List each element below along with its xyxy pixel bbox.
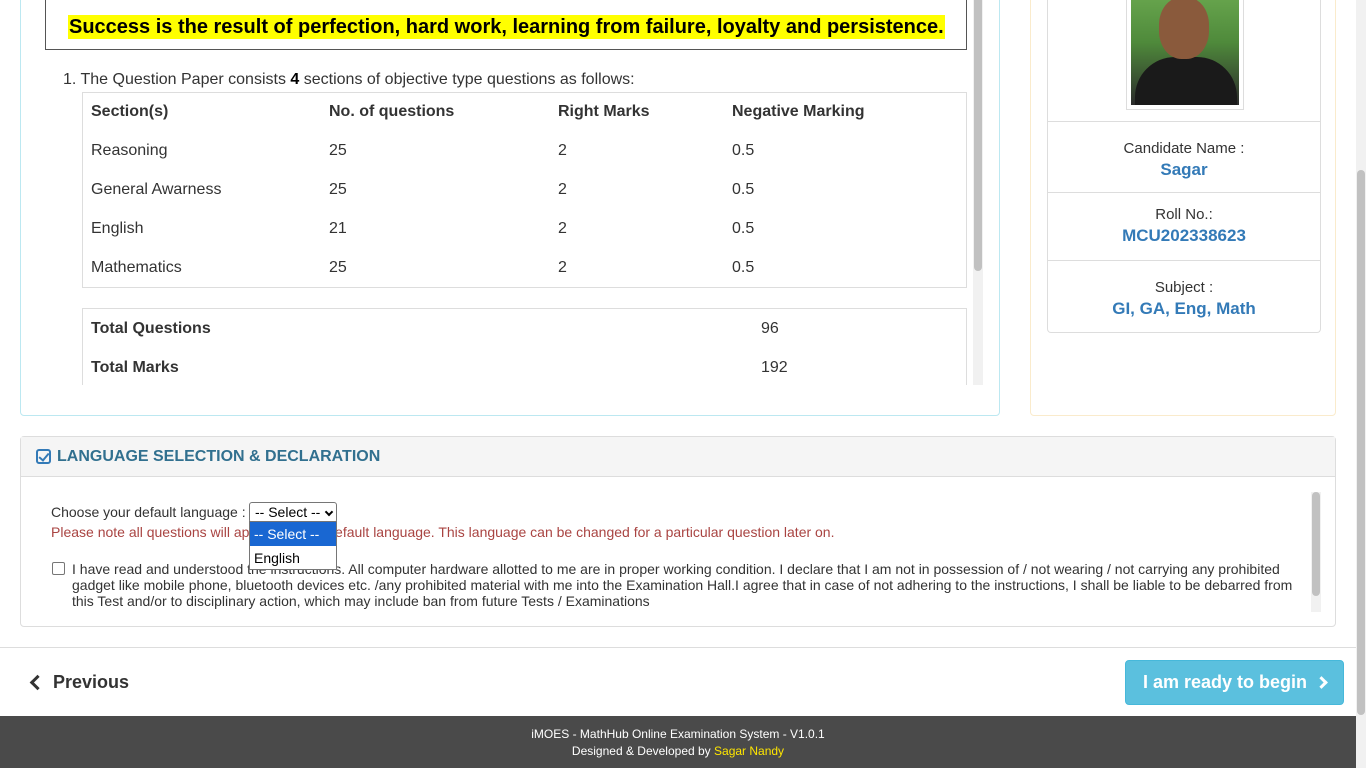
motivational-quote: Success is the result of perfection, har… (68, 15, 945, 39)
total-marks-value: 192 (761, 358, 788, 376)
candidate-name-row: Candidate Name : Sagar (1048, 122, 1320, 193)
section-questions: 25 (329, 258, 347, 276)
candidate-name-value: Sagar (1160, 160, 1208, 179)
candidate-panel: Candidate Name : Sagar Roll No.: MCU2023… (1030, 0, 1336, 416)
instructions-scroll-area[interactable]: Success is the result of perfection, har… (21, 0, 987, 385)
totals-table: Total Questions 96 Total Marks 192 (82, 308, 967, 385)
section-right-marks: 2 (558, 141, 567, 159)
language-panel-scrollbar-thumb[interactable] (1312, 492, 1320, 596)
table-row: General Awarness 25 2 0.5 (83, 170, 966, 209)
footer-version: iMOES - MathHub Online Examination Syste… (531, 727, 825, 741)
section-negative-marking: 0.5 (732, 219, 755, 237)
photo-head-shape (1159, 0, 1209, 59)
table-row: Total Questions 96 (83, 309, 966, 348)
instructions-scrollbar-thumb[interactable] (974, 0, 982, 271)
section-name: Reasoning (91, 141, 168, 159)
col-header-negative-marking: Negative Marking (732, 103, 865, 120)
instructions-scrollbar[interactable] (973, 0, 983, 385)
declaration-checkbox[interactable] (52, 562, 65, 575)
section-right-marks: 2 (558, 180, 567, 198)
candidate-photo-image (1131, 0, 1239, 105)
nav-divider (0, 647, 1356, 648)
candidate-name-label: Candidate Name : (1123, 140, 1245, 157)
footer-author-link[interactable]: Sagar Nandy (714, 744, 784, 758)
section-questions: 25 (329, 180, 347, 198)
page-scrollbar[interactable] (1356, 0, 1366, 768)
subject-row: Subject : GI, GA, Eng, Math (1048, 261, 1320, 332)
previous-button[interactable]: Previous (28, 668, 129, 696)
chevron-left-icon (29, 674, 46, 690)
section-right-marks: 2 (558, 258, 567, 276)
table-row: Total Marks 192 (83, 348, 966, 385)
candidate-photo (1126, 0, 1244, 110)
instruction-item-1-suffix: sections of objective type questions as … (299, 71, 635, 88)
language-panel-body: Choose your default language : -- Select… (21, 478, 1335, 626)
dropdown-option-select[interactable]: -- Select -- (250, 522, 336, 546)
language-selection-panel: LANGUAGE SELECTION & DECLARATION Choose … (20, 436, 1336, 627)
roll-number-row: Roll No.: MCU202338623 (1048, 193, 1320, 261)
language-panel-header: LANGUAGE SELECTION & DECLARATION (21, 437, 1335, 477)
section-name: English (91, 219, 144, 237)
subject-value: GI, GA, Eng, Math (1112, 299, 1256, 318)
table-row: Reasoning 25 2 0.5 (83, 131, 966, 170)
section-negative-marking: 0.5 (732, 141, 755, 159)
section-count: 4 (290, 71, 300, 88)
chevron-down-icon (324, 507, 334, 517)
chevron-right-icon (1315, 676, 1328, 689)
table-row: English 21 2 0.5 (83, 209, 966, 248)
table-row: Mathematics 25 2 0.5 (83, 248, 966, 287)
footer: iMOES - MathHub Online Examination Syste… (0, 716, 1356, 768)
language-select[interactable]: -- Select -- (249, 502, 337, 523)
language-dropdown-list: -- Select -- English (249, 521, 337, 570)
instructions-panel: Success is the result of perfection, har… (20, 0, 1000, 416)
total-marks-label: Total Marks (91, 358, 179, 376)
page-scrollbar-thumb[interactable] (1357, 170, 1365, 715)
total-questions-value: 96 (761, 319, 779, 337)
section-questions: 21 (329, 219, 347, 237)
section-negative-marking: 0.5 (732, 180, 755, 198)
language-note: Please note all questions will appear in… (51, 524, 835, 540)
col-header-section: Section(s) (91, 103, 169, 120)
instruction-item-1-prefix: 1. The Question Paper consists (63, 71, 291, 88)
language-select-label: Choose your default language : (51, 504, 246, 520)
instruction-item-1: 1. The Question Paper consists 4 section… (63, 71, 635, 89)
candidate-photo-row (1048, 0, 1320, 122)
photo-body-shape (1135, 57, 1237, 105)
total-questions-label: Total Questions (91, 319, 211, 337)
dropdown-option-english[interactable]: English (250, 546, 336, 570)
section-negative-marking: 0.5 (732, 258, 755, 276)
footer-credits-prefix: Designed & Developed by (571, 744, 715, 758)
section-name: General Awarness (91, 180, 222, 198)
previous-button-label: Previous (53, 671, 130, 692)
language-select-value: -- Select -- (255, 504, 321, 520)
section-right-marks: 2 (558, 219, 567, 237)
begin-button-label: I am ready to begin (1142, 672, 1308, 692)
candidate-info-list: Candidate Name : Sagar Roll No.: MCU2023… (1047, 0, 1321, 333)
table-header-row: Section(s) No. of questions Right Marks … (83, 93, 966, 131)
language-panel-title: LANGUAGE SELECTION & DECLARATION (57, 447, 381, 465)
footer-credits: Designed & Developed by Sagar Nandy (0, 743, 1356, 760)
begin-button[interactable]: I am ready to begin (1125, 660, 1344, 705)
roll-number-value: MCU202338623 (1122, 226, 1246, 245)
check-square-icon (36, 449, 51, 464)
roll-number-label: Roll No.: (1155, 206, 1213, 223)
subject-label: Subject : (1154, 279, 1214, 296)
language-panel-scrollbar[interactable] (1311, 492, 1321, 612)
quote-box: Success is the result of perfection, har… (45, 0, 967, 50)
section-name: Mathematics (91, 258, 182, 276)
col-header-right-marks: Right Marks (558, 103, 650, 120)
section-questions: 25 (329, 141, 347, 159)
col-header-questions: No. of questions (329, 103, 455, 120)
sections-table: Section(s) No. of questions Right Marks … (82, 92, 967, 288)
